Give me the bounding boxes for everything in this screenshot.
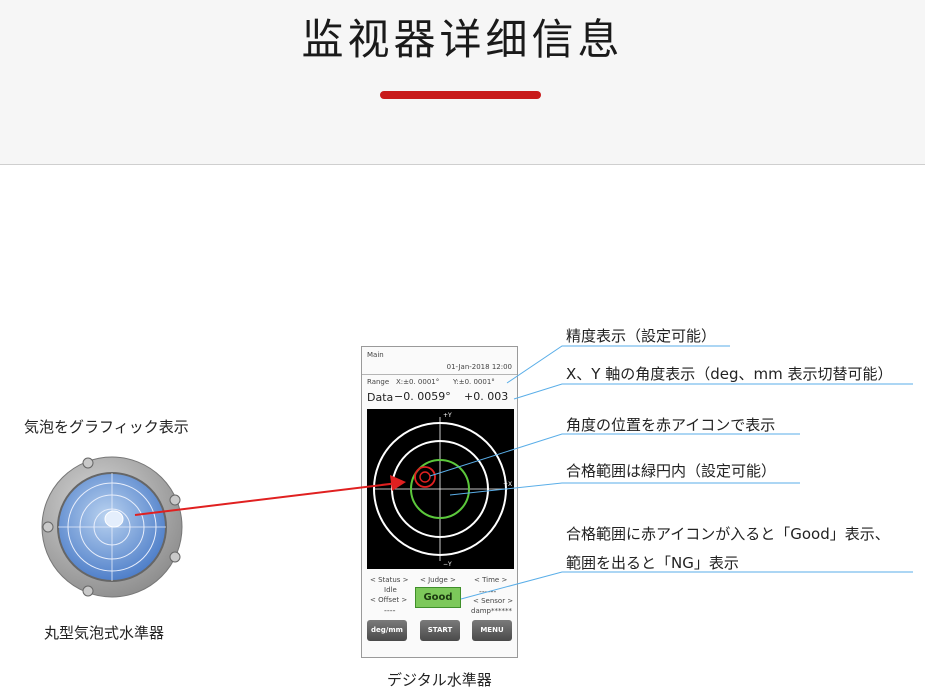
annotation-precision: 精度表示（設定可能） [566,327,717,345]
pass-range-leader-line [449,482,800,496]
red-arrow-head [390,475,406,491]
annotation-pass-range: 合格範囲は緑円内（設定可能） [566,462,777,480]
annotation-good-line1: 合格範囲に赤アイコンが入ると「Good」表示、 [566,525,890,543]
annotation-good-line2: 範囲を出ると「NG」表示 [566,554,739,572]
annotation-angle-position: 角度の位置を赤アイコンで表示 [566,416,776,434]
annotation-axes: X、Y 軸の角度表示（deg、mm 表示切替可能） [566,365,893,383]
annotation-lines [134,345,913,600]
axes-leader-line [513,383,913,400]
good-leader-line [460,571,913,600]
red-arrow-line [134,482,399,516]
